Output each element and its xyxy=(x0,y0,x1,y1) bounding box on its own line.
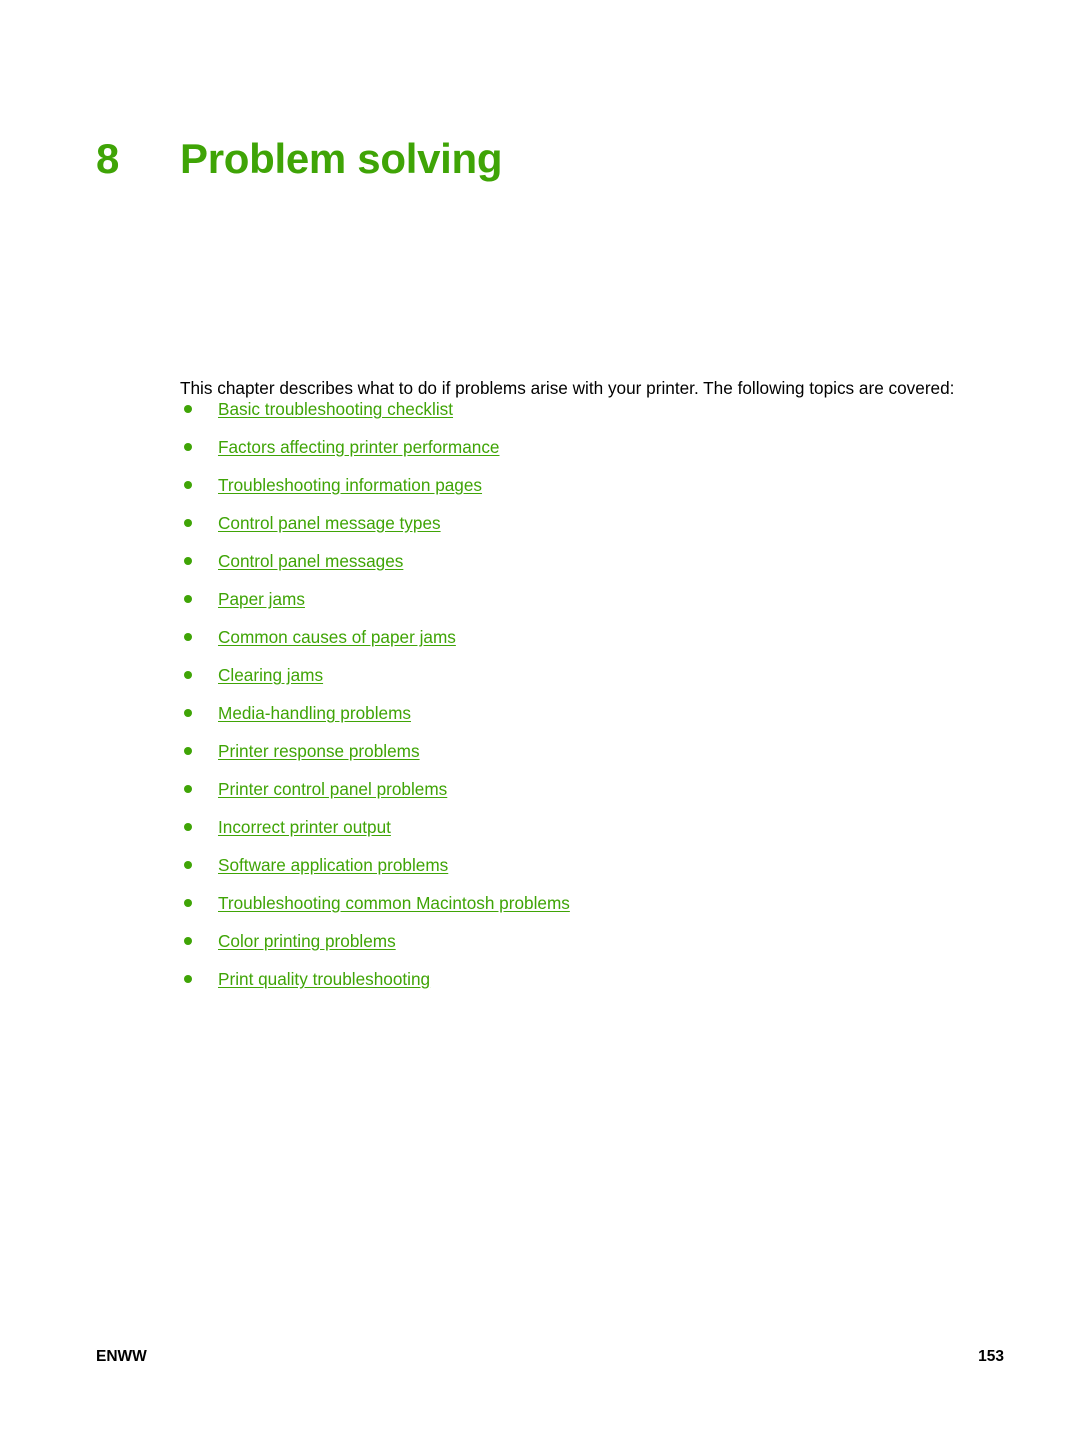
bullet-icon xyxy=(184,443,192,451)
page-footer: ENWW 153 xyxy=(96,1348,1004,1366)
topic-link[interactable]: Clearing jams xyxy=(218,665,323,685)
topic-link[interactable]: Incorrect printer output xyxy=(218,817,391,837)
list-item: Incorrect printer output xyxy=(180,814,1008,852)
list-item: Media-handling problems xyxy=(180,700,1008,738)
footer-locale-label: ENWW xyxy=(96,1348,147,1365)
bullet-icon xyxy=(184,747,192,755)
list-item: Factors affecting printer performance xyxy=(180,434,1008,472)
list-item: Troubleshooting information pages xyxy=(180,472,1008,510)
topic-link[interactable]: Basic troubleshooting checklist xyxy=(218,399,453,419)
topic-link-list: Basic troubleshooting checklist Factors a… xyxy=(180,396,1008,1004)
bullet-icon xyxy=(184,405,192,413)
bullet-icon xyxy=(184,785,192,793)
bullet-icon xyxy=(184,633,192,641)
list-item: Software application problems xyxy=(180,852,1008,890)
bullet-icon xyxy=(184,937,192,945)
topic-link[interactable]: Software application problems xyxy=(218,855,448,875)
chapter-number: 8 xyxy=(96,135,120,183)
bullet-icon xyxy=(184,861,192,869)
bullet-icon xyxy=(184,899,192,907)
topic-link[interactable]: Troubleshooting information pages xyxy=(218,475,482,495)
page-title: 8 Problem solving xyxy=(96,135,503,183)
topic-link[interactable]: Color printing problems xyxy=(218,931,396,951)
topic-link[interactable]: Print quality troubleshooting xyxy=(218,969,430,989)
topic-link[interactable]: Troubleshooting common Macintosh problem… xyxy=(218,893,570,913)
topic-link[interactable]: Common causes of paper jams xyxy=(218,627,456,647)
list-item: Clearing jams xyxy=(180,662,1008,700)
chapter-title-text: Problem solving xyxy=(180,135,503,183)
bullet-icon xyxy=(184,557,192,565)
list-item: Control panel messages xyxy=(180,548,1008,586)
topic-link[interactable]: Control panel message types xyxy=(218,513,441,533)
list-item: Paper jams xyxy=(180,586,1008,624)
bullet-icon xyxy=(184,975,192,983)
list-item: Printer control panel problems xyxy=(180,776,1008,814)
topic-link[interactable]: Paper jams xyxy=(218,589,305,609)
bullet-icon xyxy=(184,709,192,717)
topic-link[interactable]: Printer response problems xyxy=(218,741,420,761)
topic-link[interactable]: Media-handling problems xyxy=(218,703,411,723)
list-item: Printer response problems xyxy=(180,738,1008,776)
list-item: Troubleshooting common Macintosh problem… xyxy=(180,890,1008,928)
list-item: Print quality troubleshooting xyxy=(180,966,1008,1004)
list-item: Common causes of paper jams xyxy=(180,624,1008,662)
document-page: 8 Problem solving This chapter describes… xyxy=(0,0,1080,1437)
list-item: Basic troubleshooting checklist xyxy=(180,396,1008,434)
topic-link[interactable]: Control panel messages xyxy=(218,551,403,571)
bullet-icon xyxy=(184,671,192,679)
list-item: Control panel message types xyxy=(180,510,1008,548)
topic-link[interactable]: Factors affecting printer performance xyxy=(218,437,500,457)
footer-page-number: 153 xyxy=(978,1348,1004,1365)
bullet-icon xyxy=(184,823,192,831)
list-item: Color printing problems xyxy=(180,928,1008,966)
bullet-icon xyxy=(184,595,192,603)
topic-link[interactable]: Printer control panel problems xyxy=(218,779,447,799)
bullet-icon xyxy=(184,481,192,489)
bullet-icon xyxy=(184,519,192,527)
